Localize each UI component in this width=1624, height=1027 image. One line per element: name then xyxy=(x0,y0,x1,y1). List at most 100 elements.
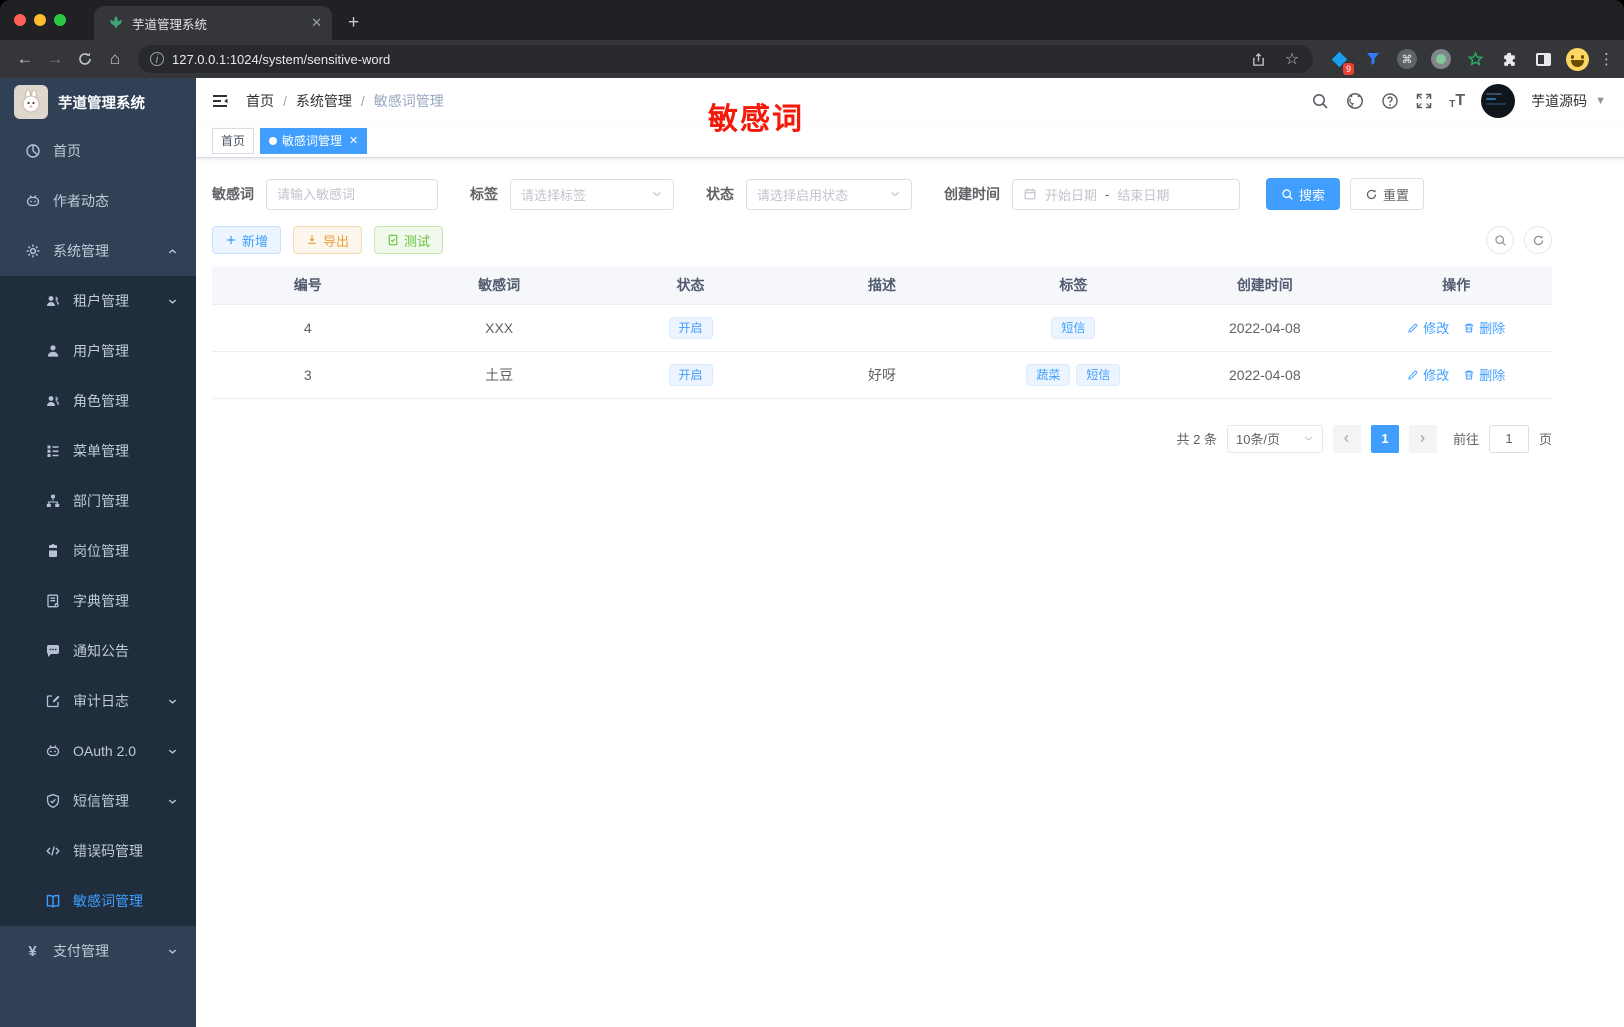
extension-record-icon[interactable] xyxy=(1429,47,1453,71)
table-toolbar: 新增 导出 测试 xyxy=(212,226,1552,254)
goto-page-input[interactable] xyxy=(1488,424,1529,453)
browser-tab[interactable]: 芋道管理系统 ✕ xyxy=(94,6,332,40)
extension-command-icon[interactable]: ⌘ xyxy=(1395,47,1419,71)
close-window-button[interactable] xyxy=(14,14,26,26)
date-range-picker[interactable]: 开始日期 - 结束日期 xyxy=(1012,178,1240,210)
next-page-button[interactable] xyxy=(1408,424,1437,453)
chevron-down-icon xyxy=(167,796,178,807)
browser-tab-strip: 芋道管理系统 ✕ + xyxy=(0,0,1624,40)
share-icon[interactable] xyxy=(1245,46,1271,72)
caret-down-icon[interactable]: ▼ xyxy=(1595,95,1606,107)
sidebar-item-home[interactable]: 首页 xyxy=(0,126,196,176)
add-button[interactable]: 新增 xyxy=(212,226,282,254)
sidebar-item-tenant[interactable]: 租户管理 xyxy=(0,276,196,326)
sidebar-item-audit-log[interactable]: 审计日志 xyxy=(0,676,196,726)
sidebar-item-dict[interactable]: 字典管理 xyxy=(0,576,196,626)
delete-link[interactable]: 删除 xyxy=(1463,365,1505,384)
breadcrumb-home[interactable]: 首页 xyxy=(246,91,274,111)
sidebar-item-dept[interactable]: 部门管理 xyxy=(0,476,196,526)
extension-funnel-icon[interactable] xyxy=(1361,47,1385,71)
sidebar-item-notice[interactable]: 通知公告 xyxy=(0,626,196,676)
help-icon[interactable] xyxy=(1381,92,1399,110)
edit-log-icon xyxy=(44,693,61,709)
status-select[interactable]: 请选择启用状态 xyxy=(746,178,912,210)
search-button[interactable]: 搜索 xyxy=(1266,178,1341,210)
extensions-puzzle-icon[interactable] xyxy=(1497,47,1521,71)
page-size-select[interactable]: 10条/页 xyxy=(1226,424,1323,453)
tag-select[interactable]: 请选择标签 xyxy=(510,178,674,210)
refresh-icon[interactable] xyxy=(1524,226,1552,254)
date-start-placeholder: 开始日期 xyxy=(1045,187,1098,203)
home-icon[interactable]: ⌂ xyxy=(100,44,130,74)
sidebar-item-oauth[interactable]: OAuth 2.0 xyxy=(0,726,196,776)
tree-list-icon xyxy=(44,443,61,459)
maximize-window-button[interactable] xyxy=(54,14,66,26)
sidebar-item-menu[interactable]: 菜单管理 xyxy=(0,426,196,476)
app-title: 芋道管理系统 xyxy=(58,95,145,112)
code-icon xyxy=(44,843,61,859)
reload-icon[interactable] xyxy=(70,44,100,74)
tag-view-home[interactable]: 首页 xyxy=(212,127,255,154)
tag-badge: 蔬菜 xyxy=(1026,363,1071,386)
site-info-icon[interactable]: i xyxy=(150,52,164,66)
sidebar-item-error-code[interactable]: 错误码管理 xyxy=(0,826,196,876)
github-icon[interactable] xyxy=(1345,91,1365,111)
test-button[interactable]: 测试 xyxy=(374,226,444,254)
chevron-down-icon xyxy=(1303,433,1314,444)
user-icon xyxy=(44,343,61,359)
username[interactable]: 芋道源码 xyxy=(1531,91,1587,111)
new-tab-button[interactable]: + xyxy=(348,12,359,34)
tab-close-icon[interactable]: ✕ xyxy=(311,15,322,31)
tag-view-sensitive-word[interactable]: 敏感词管理 ✕ xyxy=(260,127,368,154)
annotation-text: 敏感词 xyxy=(708,103,804,136)
profile-avatar[interactable] xyxy=(1565,47,1589,71)
forward-icon[interactable]: → xyxy=(40,44,70,74)
prev-page-button[interactable] xyxy=(1332,424,1361,453)
tag-close-icon[interactable]: ✕ xyxy=(349,134,358,147)
chevron-down-icon xyxy=(167,296,178,307)
minimize-window-button[interactable] xyxy=(34,14,46,26)
robot-icon xyxy=(44,743,61,759)
sidebar-item-post[interactable]: 岗位管理 xyxy=(0,526,196,576)
edit-link[interactable]: 修改 xyxy=(1407,318,1449,337)
rabbit-logo-icon xyxy=(14,85,48,119)
sidebar-item-system[interactable]: 系统管理 xyxy=(0,226,196,276)
status-badge: 开启 xyxy=(668,316,713,339)
active-dot xyxy=(269,136,278,145)
export-button[interactable]: 导出 xyxy=(293,226,363,254)
app-logo[interactable]: 芋道管理系统 xyxy=(0,78,196,126)
fullscreen-icon[interactable] xyxy=(1415,92,1433,110)
font-size-icon[interactable]: TT xyxy=(1449,92,1465,110)
browser-menu-icon[interactable]: ⋮ xyxy=(1599,50,1614,68)
navbar: 首页 / 系统管理 / 敏感词管理 TT 芋道源码 ▼ xyxy=(196,78,1624,124)
keyword-input[interactable] xyxy=(277,186,427,202)
back-icon[interactable]: ← xyxy=(10,44,40,74)
reset-button[interactable]: 重置 xyxy=(1350,178,1425,210)
page-content: 敏感词 标签 请选择标签 状态 请选择启用状态 xyxy=(196,158,1624,1027)
bookmark-star-icon[interactable]: ☆ xyxy=(1279,46,1305,72)
search-icon[interactable] xyxy=(1311,92,1329,110)
page-number-button[interactable]: 1 xyxy=(1370,424,1399,453)
tag-badge: 短信 xyxy=(1076,363,1121,386)
show-search-icon[interactable] xyxy=(1486,226,1514,254)
user-avatar[interactable] xyxy=(1481,84,1516,118)
url-text[interactable]: 127.0.0.1:1024/system/sensitive-word xyxy=(172,52,1237,67)
col-created: 创建时间 xyxy=(1169,266,1361,305)
navbar-right: TT 芋道源码 ▼ xyxy=(1311,84,1606,118)
sidebar-item-author-news[interactable]: 作者动态 xyxy=(0,176,196,226)
sidebar-item-sms[interactable]: 短信管理 xyxy=(0,776,196,826)
edit-link[interactable]: 修改 xyxy=(1407,365,1449,384)
sidebar-item-user[interactable]: 用户管理 xyxy=(0,326,196,376)
delete-link[interactable]: 删除 xyxy=(1463,318,1505,337)
sidebar-item-payment[interactable]: ¥ 支付管理 xyxy=(0,926,196,976)
breadcrumb-system[interactable]: 系统管理 xyxy=(296,91,352,111)
robot-chat-icon xyxy=(24,193,41,209)
chevron-down-icon xyxy=(167,746,178,757)
extension-star-icon[interactable] xyxy=(1463,47,1487,71)
sidebar-collapse-icon[interactable] xyxy=(210,91,230,111)
address-bar[interactable]: i 127.0.0.1:1024/system/sensitive-word ☆ xyxy=(138,45,1313,73)
extension-diamond-icon[interactable]: 9 xyxy=(1327,47,1354,75)
sidebar-item-role[interactable]: 角色管理 xyxy=(0,376,196,426)
side-panel-icon[interactable] xyxy=(1531,47,1555,71)
sidebar-item-sensitive-word[interactable]: 敏感词管理 xyxy=(0,876,196,926)
